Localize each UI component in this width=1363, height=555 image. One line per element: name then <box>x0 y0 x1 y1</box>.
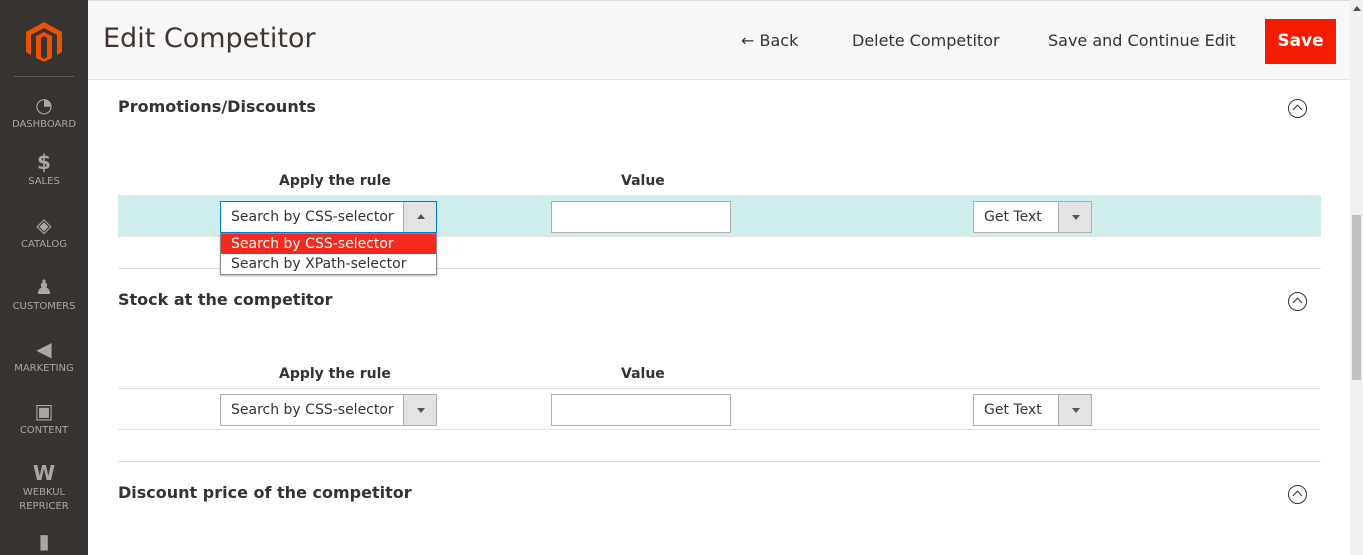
collapse-icon[interactable] <box>1288 292 1307 311</box>
nav-label: SALES <box>28 176 60 187</box>
nav-label: CUSTOMERS <box>12 301 76 312</box>
select-value: Search by CSS-selector <box>231 402 394 418</box>
dollar-icon: $ <box>37 150 51 174</box>
nav-label: DASHBOARD <box>11 119 77 130</box>
rule-select[interactable]: Search by CSS-selector <box>220 394 437 426</box>
col-header-rule: Apply the rule <box>279 366 391 382</box>
select-value: Get Text <box>984 402 1042 418</box>
dashboard-icon: ◔ <box>35 93 53 117</box>
value-input[interactable] <box>551 201 731 233</box>
delete-competitor-button[interactable]: Delete Competitor <box>852 31 1000 50</box>
nav-webkul-repricer[interactable]: W WEBKUL REPRICER <box>0 462 88 514</box>
rule-row: Search by CSS-selector Get Text <box>118 388 1321 430</box>
col-header-value: Value <box>621 173 665 189</box>
reports-icon: ▮ <box>38 529 50 553</box>
layout-icon: ▣ <box>34 399 54 423</box>
nav-reports[interactable]: ▮ <box>0 530 88 554</box>
nav-label: CONTENT <box>19 425 69 436</box>
section-title: Promotions/Discounts <box>118 97 316 116</box>
action-select[interactable]: Get Text <box>973 394 1092 426</box>
back-button[interactable]: ← Back <box>741 31 798 50</box>
page-header: Edit Competitor ← Back Delete Competitor… <box>88 0 1350 80</box>
chevron-down-icon <box>1058 202 1091 232</box>
action-select[interactable]: Get Text <box>973 201 1092 233</box>
nav-label: MARKETING <box>14 363 74 374</box>
webkul-icon: W <box>32 461 56 485</box>
col-header-rule: Apply the rule <box>279 173 391 189</box>
chevron-down-icon <box>403 395 436 425</box>
rule-dropdown-list: Search by CSS-selector Search by XPath-s… <box>220 233 437 275</box>
rule-select[interactable]: Search by CSS-selector <box>220 201 437 233</box>
chevron-down-icon <box>1058 395 1091 425</box>
chevron-up-icon <box>403 202 436 232</box>
magento-logo-icon[interactable] <box>26 22 62 62</box>
save-continue-button[interactable]: Save and Continue Edit <box>1048 31 1236 50</box>
value-input[interactable] <box>551 394 731 426</box>
section-title: Stock at the competitor <box>118 290 333 309</box>
rule-row: Search by CSS-selector Get Text <box>118 195 1321 237</box>
nav-content[interactable]: ▣ CONTENT <box>0 400 88 438</box>
nav-label: CATALOG <box>20 239 68 250</box>
megaphone-icon: ◀ <box>36 337 52 361</box>
nav-sales[interactable]: $ SALES <box>0 151 88 189</box>
collapse-icon[interactable] <box>1288 99 1307 118</box>
divider <box>14 76 74 77</box>
nav-marketing[interactable]: ◀ MARKETING <box>0 338 88 376</box>
collapse-icon[interactable] <box>1288 485 1307 504</box>
dropdown-option-css[interactable]: Search by CSS-selector <box>221 234 436 254</box>
admin-sidebar: ◔ DASHBOARD $ SALES ◈ CATALOG ♟ CUSTOMERS ◀ M… <box>0 0 88 555</box>
scrollbar[interactable] <box>1350 0 1363 555</box>
nav-customers[interactable]: ♟ CUSTOMERS <box>0 276 88 314</box>
save-button[interactable]: Save <box>1265 19 1336 64</box>
select-value: Get Text <box>984 209 1042 225</box>
nav-catalog[interactable]: ◈ CATALOG <box>0 214 88 252</box>
divider <box>118 461 1321 462</box>
nav-label: WEBKUL REPRICER <box>19 487 69 512</box>
person-icon: ♟ <box>35 275 53 299</box>
page-title: Edit Competitor <box>103 23 316 54</box>
col-header-value: Value <box>621 366 665 382</box>
section-title: Discount price of the competitor <box>118 483 412 502</box>
arrow-left-icon: ← <box>741 31 755 50</box>
select-value: Search by CSS-selector <box>231 209 394 225</box>
scrollbar-thumb[interactable] <box>1352 215 1361 380</box>
scroll-up-icon[interactable] <box>1353 6 1361 11</box>
dropdown-option-xpath[interactable]: Search by XPath-selector <box>221 254 436 274</box>
nav-dashboard[interactable]: ◔ DASHBOARD <box>0 94 88 132</box>
back-label: Back <box>759 31 799 50</box>
box-icon: ◈ <box>36 213 52 237</box>
